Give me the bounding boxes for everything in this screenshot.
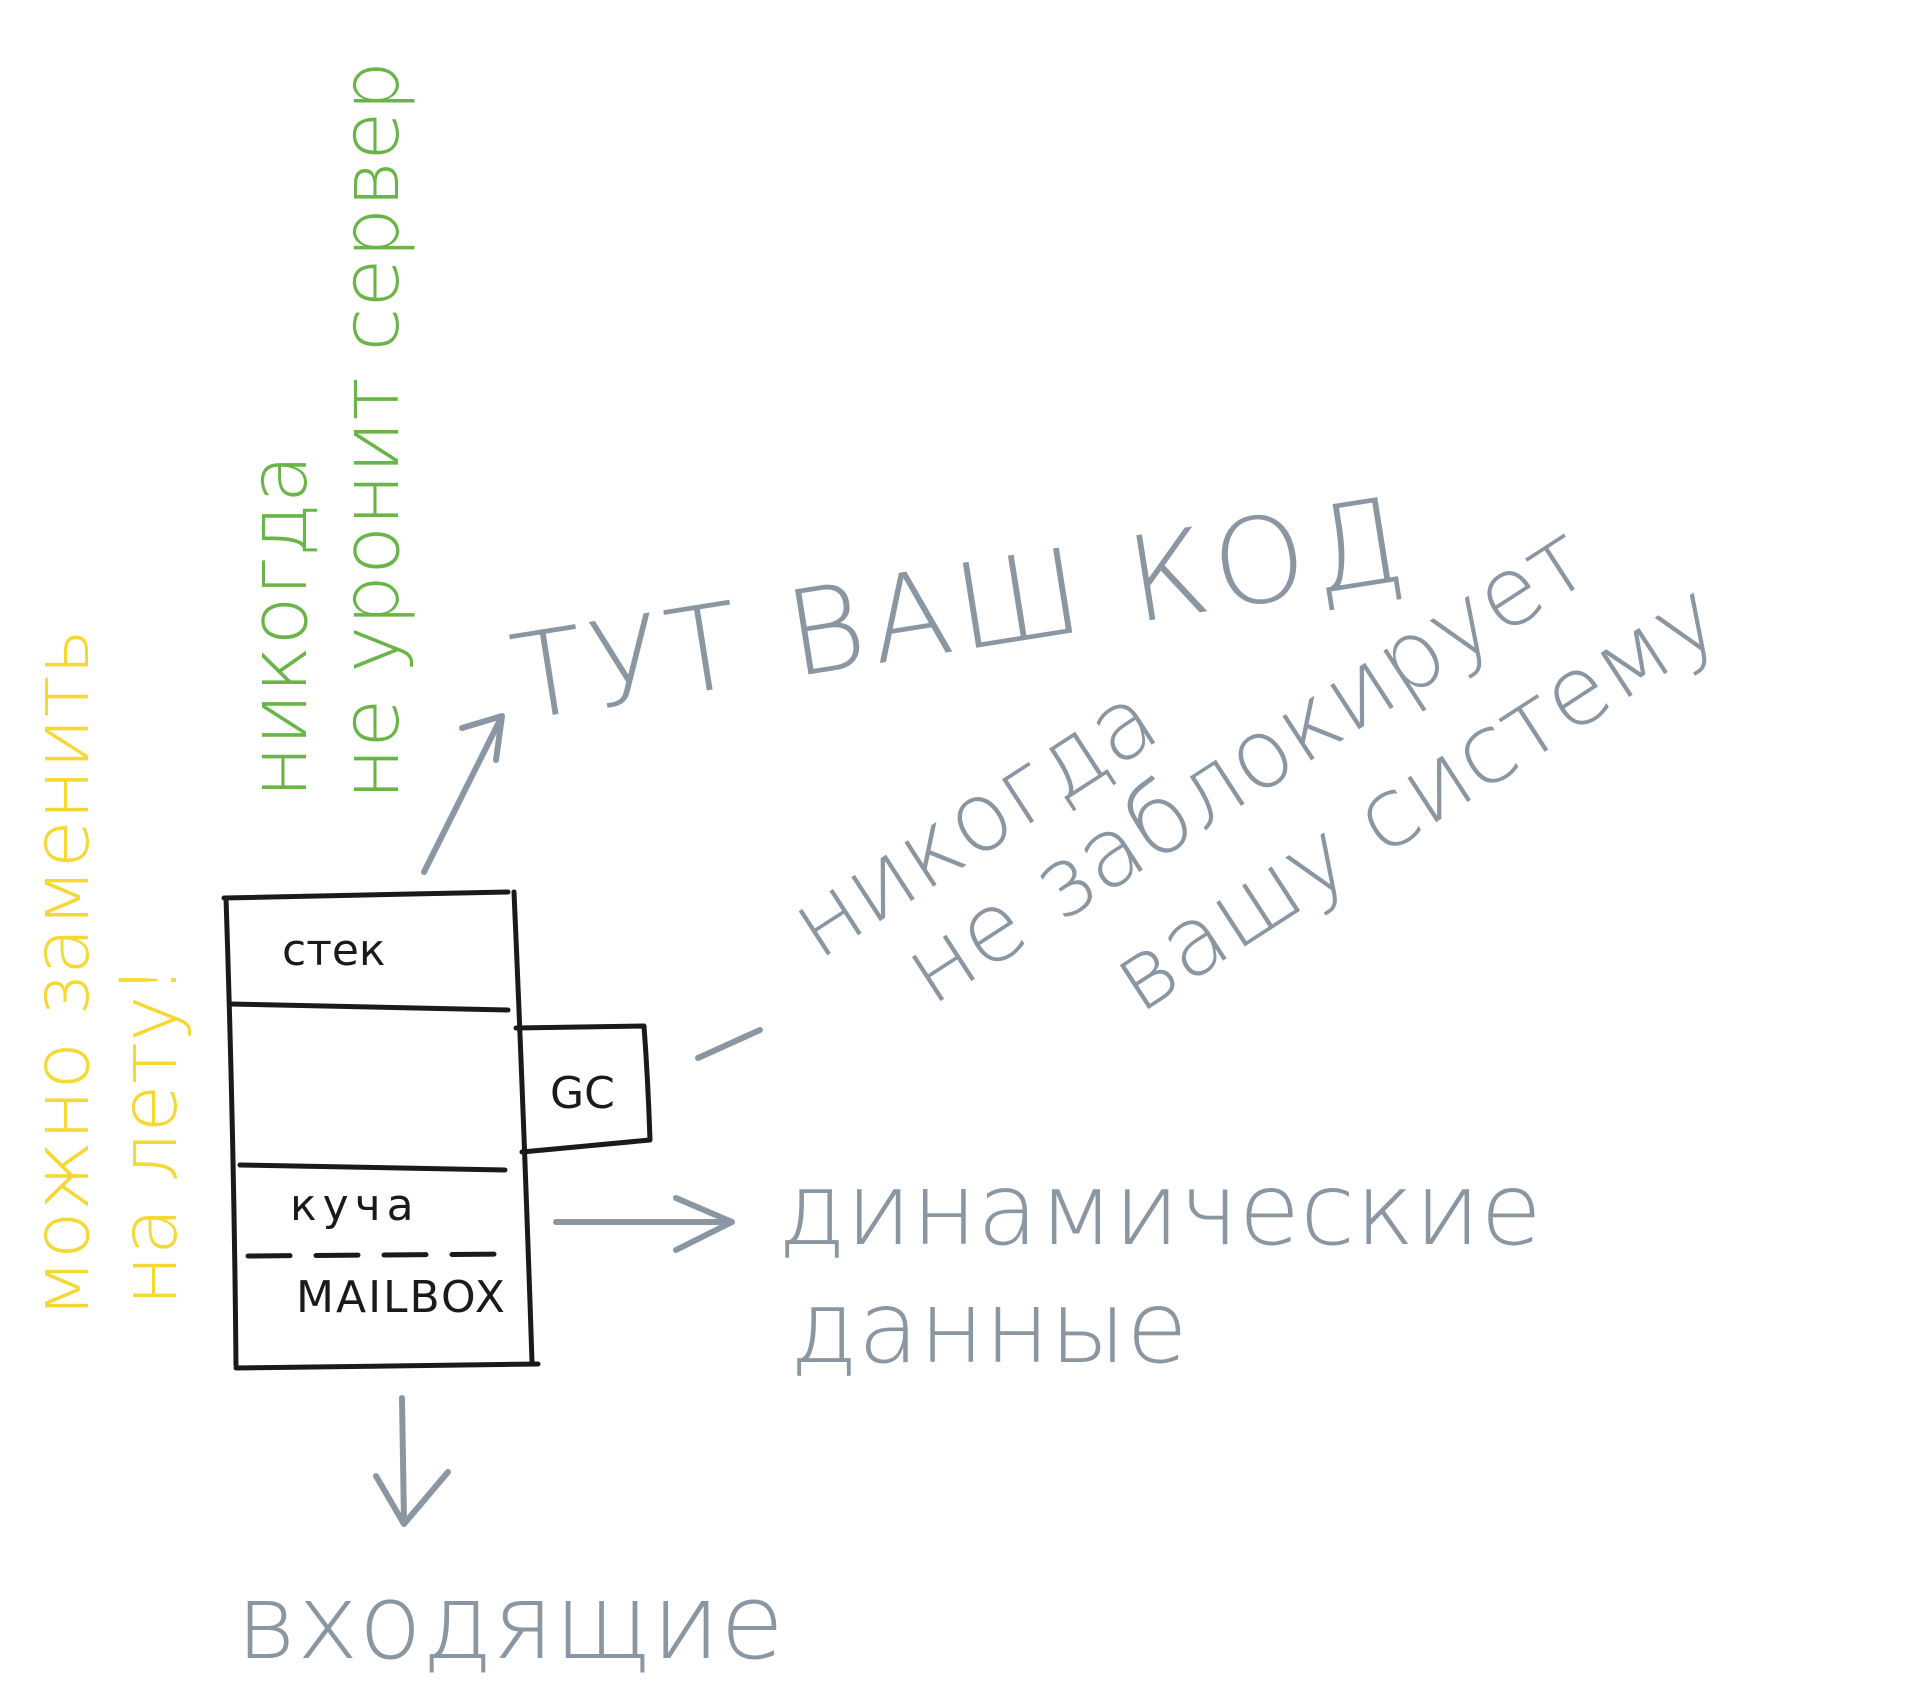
hot-swap-line1: можно заменить xyxy=(17,629,107,1318)
arrow-to-code xyxy=(421,713,505,875)
incoming-label: входящие xyxy=(236,1561,784,1683)
never-crash-note: никогда не уронит сервер xyxy=(232,61,417,800)
hot-swap-line2: на лету! xyxy=(105,964,195,1306)
never-crash-line1: никогда xyxy=(232,454,325,798)
arrow-to-incoming xyxy=(373,1395,451,1527)
gc-label: GC xyxy=(550,1068,615,1119)
arrow-to-dynamic-data xyxy=(553,1195,735,1253)
mailbox-label: MAILBOX xyxy=(296,1272,507,1323)
heap-divider xyxy=(237,1162,508,1173)
gc-box: GC xyxy=(513,1023,653,1155)
gc-note-dash xyxy=(695,1027,763,1061)
hot-swap-note: можно заменить на лету! xyxy=(17,629,195,1318)
mailbox-dashed-divider xyxy=(245,1251,517,1259)
never-crash-line2: не уронит сервер xyxy=(324,61,417,800)
stack-label: стек xyxy=(282,925,385,976)
stack-divider xyxy=(227,1001,511,1013)
heap-label: куча xyxy=(290,1180,420,1231)
dynamic-data-line1: динамические xyxy=(778,1151,1542,1268)
process-memory-diagram: GC стек куча MAILBOX ТУТ ВАШ КОД никогда… xyxy=(17,61,1739,1683)
dynamic-data-line2: данные xyxy=(790,1269,1188,1386)
